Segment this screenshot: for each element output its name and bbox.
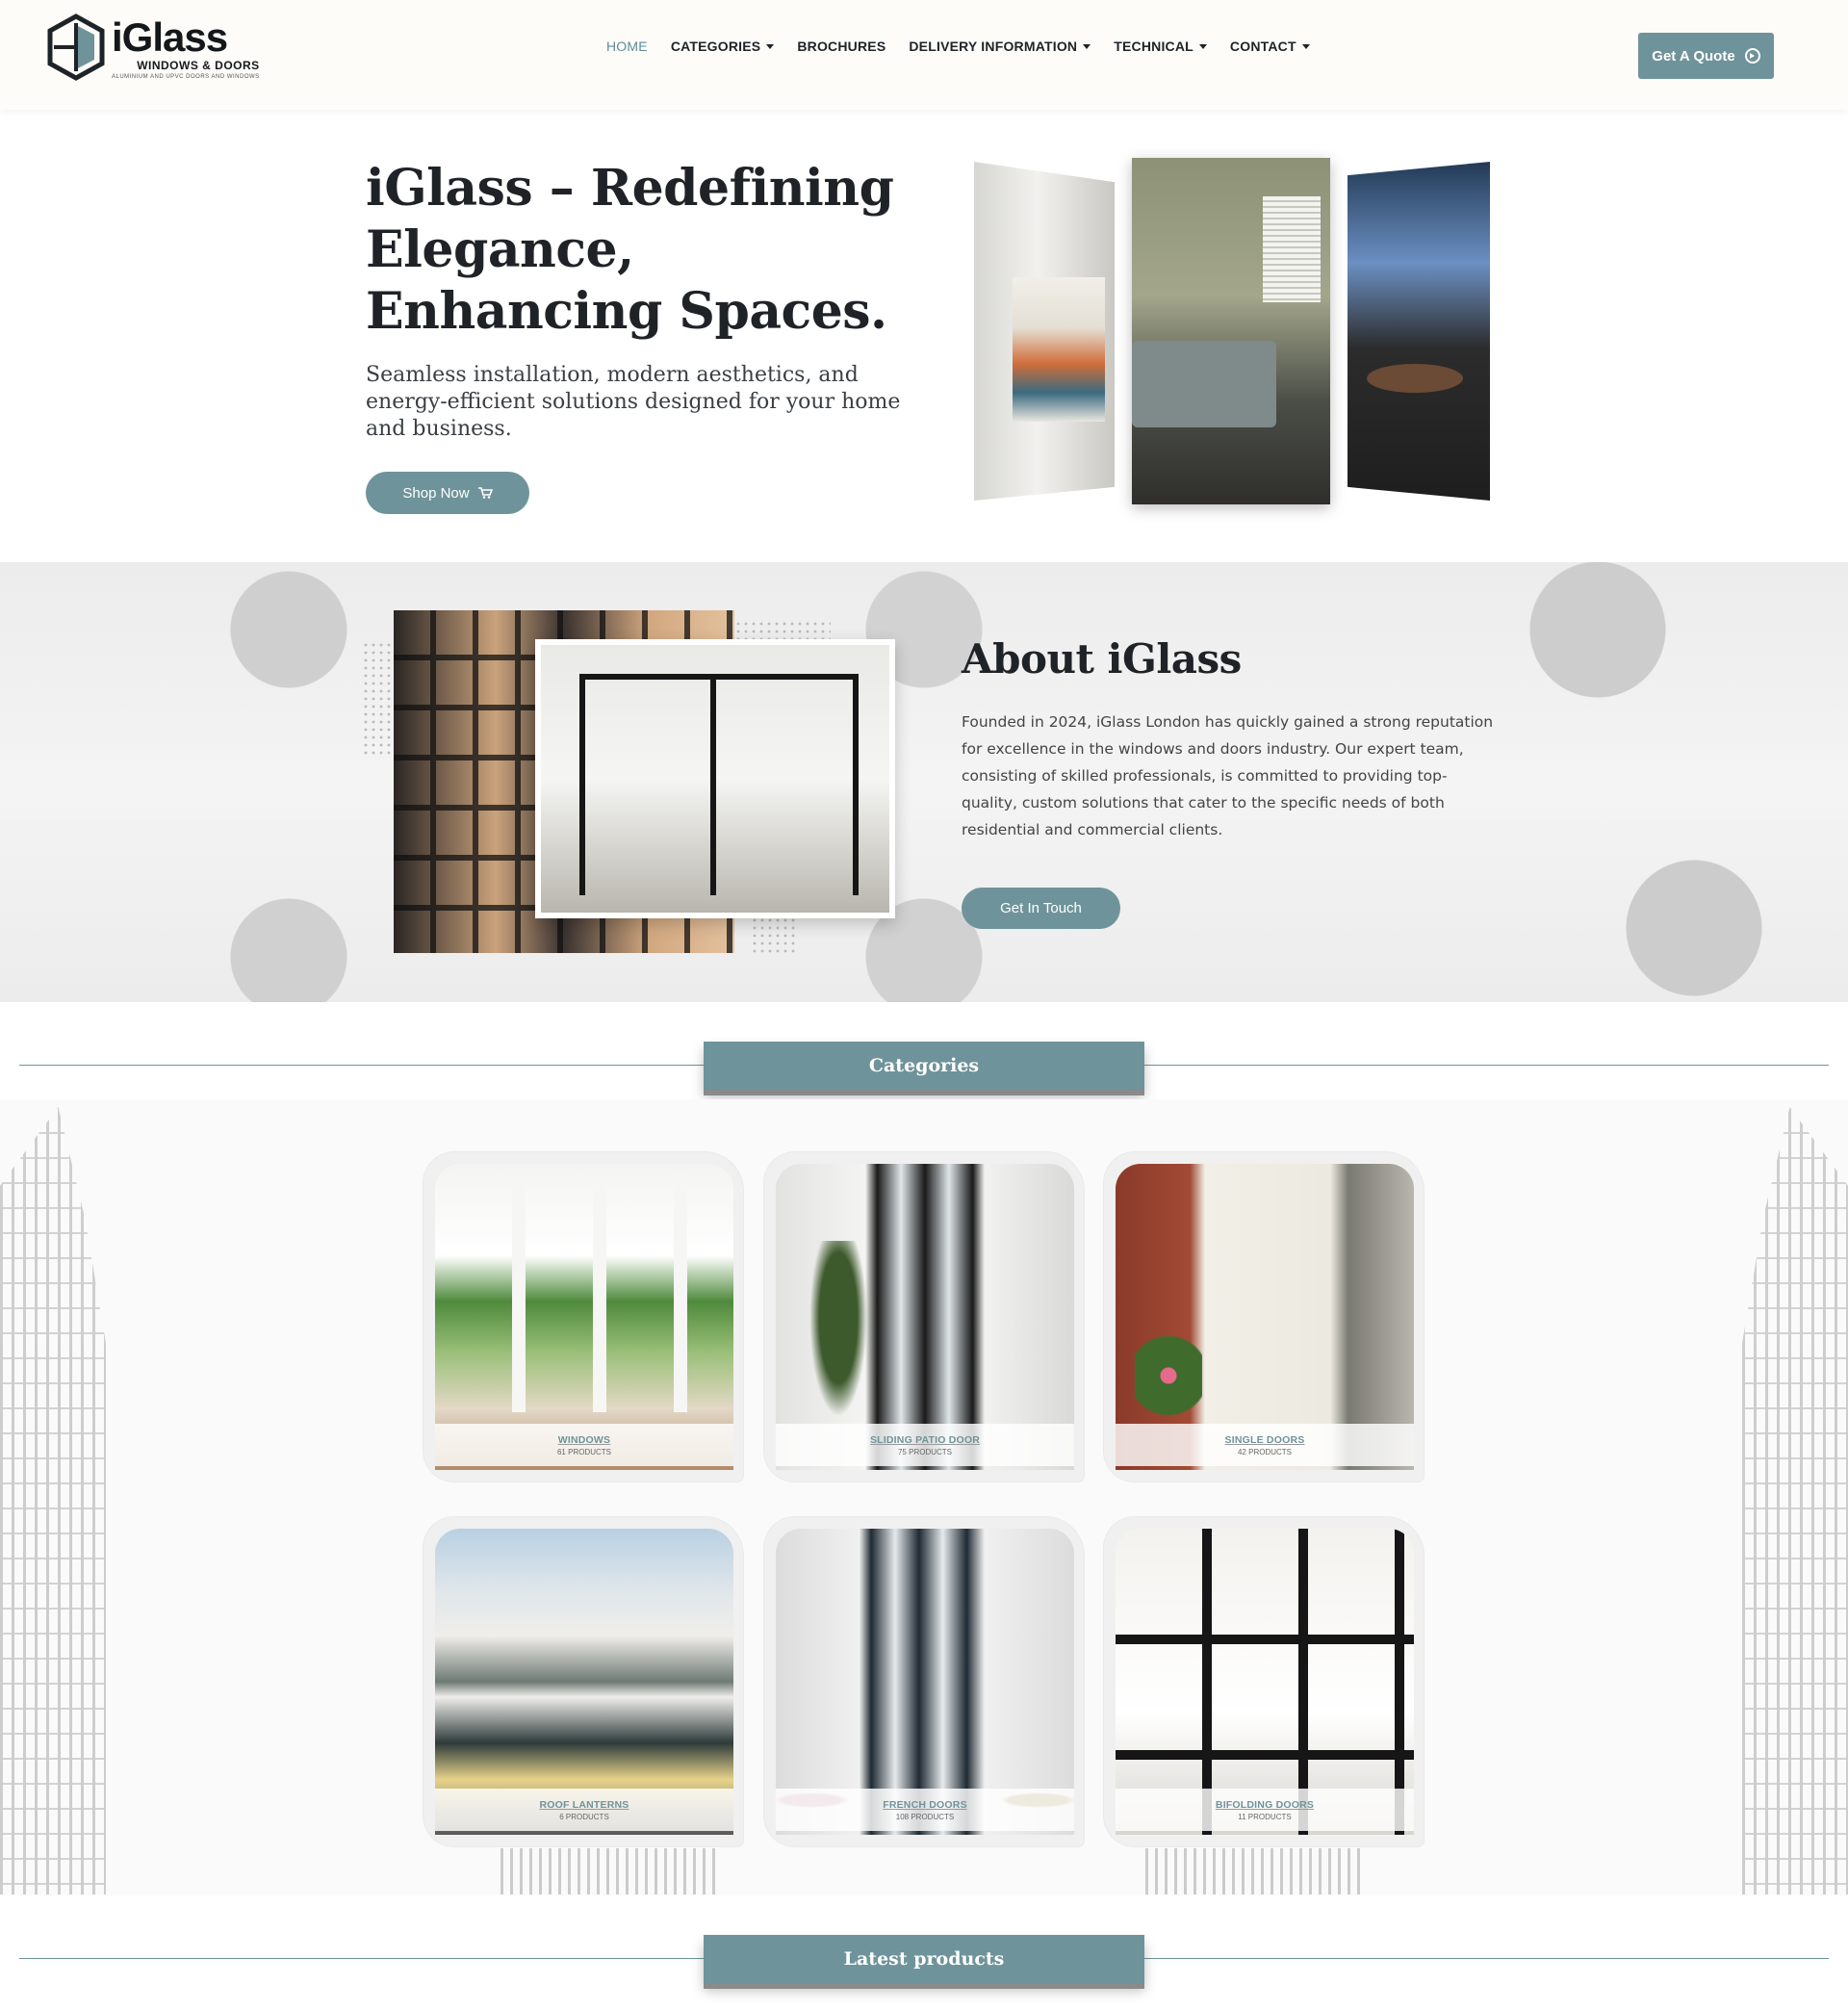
logo-window-icon xyxy=(47,13,105,81)
categories-heading: Categories xyxy=(704,1042,1144,1090)
nav-brochures-label: BROCHURES xyxy=(797,39,886,54)
quote-button-label: Get A Quote xyxy=(1652,47,1735,64)
about-section-background xyxy=(0,562,1848,1002)
nav-technical-label: TECHNICAL xyxy=(1114,39,1194,54)
category-count: 11 PRODUCTS xyxy=(1238,1812,1292,1821)
category-count: 42 PRODUCTS xyxy=(1237,1447,1292,1456)
about-description: Founded in 2024, iGlass London has quick… xyxy=(962,713,1494,838)
category-name[interactable]: FRENCH DOORS xyxy=(883,1799,967,1811)
site-header: iGlass WINDOWS & DOORS ALUMINIUM AND UPV… xyxy=(0,0,1848,110)
decorative-dots xyxy=(362,641,395,757)
shop-now-button[interactable]: Shop Now xyxy=(366,472,529,514)
category-name[interactable]: SLIDING PATIO DOOR xyxy=(870,1434,980,1446)
latest-products-heading: Latest products xyxy=(704,1935,1144,1983)
skyline-illustration xyxy=(500,1848,722,1894)
nav-categories[interactable]: CATEGORIES xyxy=(671,39,775,54)
arrow-circle-right-icon xyxy=(1744,48,1760,64)
decorative-dots xyxy=(734,620,831,641)
get-in-touch-label: Get In Touch xyxy=(1000,900,1082,916)
main-nav: HOME CATEGORIES BROCHURES DELIVERY INFOR… xyxy=(606,39,1310,54)
logo-tagline: ALUMINIUM AND UPVC DOORS AND WINDOWS xyxy=(112,74,260,80)
nav-technical[interactable]: TECHNICAL xyxy=(1114,39,1207,54)
category-count: 108 PRODUCTS xyxy=(895,1812,955,1821)
get-in-touch-button[interactable]: Get In Touch xyxy=(962,888,1120,929)
about-image-glass-room xyxy=(535,639,895,918)
latest-products-heading-label: Latest products xyxy=(843,1948,1005,1970)
skyline-illustration xyxy=(1145,1848,1367,1894)
hero-subtitle: Seamless installation, modern aesthetics… xyxy=(366,363,901,441)
nav-brochures[interactable]: BROCHURES xyxy=(797,39,886,54)
caret-down-icon xyxy=(1083,43,1091,49)
category-name[interactable]: WINDOWS xyxy=(558,1434,610,1446)
category-card-bifolding-doors[interactable]: BIFOLDING DOORS 11 PRODUCTS xyxy=(1104,1517,1424,1846)
category-count: 61 PRODUCTS xyxy=(556,1447,611,1456)
nav-home-label: HOME xyxy=(606,39,648,54)
category-name[interactable]: ROOF LANTERNS xyxy=(539,1799,629,1811)
nav-delivery-label: DELIVERY INFORMATION xyxy=(909,39,1078,54)
category-count: 6 PRODUCTS xyxy=(559,1812,609,1821)
nav-contact[interactable]: CONTACT xyxy=(1230,39,1310,54)
nav-delivery-information[interactable]: DELIVERY INFORMATION xyxy=(909,39,1091,54)
nav-home[interactable]: HOME xyxy=(606,39,648,54)
logo-wordmark: iGlass xyxy=(112,14,228,60)
site-logo[interactable]: iGlass WINDOWS & DOORS ALUMINIUM AND UPV… xyxy=(46,13,268,81)
hero-title: iGlass – Redefining Elegance, Enhancing … xyxy=(366,159,894,341)
category-name[interactable]: BIFOLDING DOORS xyxy=(1216,1799,1314,1811)
decorative-dots xyxy=(751,916,795,955)
caret-down-icon xyxy=(1301,43,1310,49)
shop-now-label: Shop Now xyxy=(402,484,470,502)
hero-image-living-room xyxy=(1132,158,1330,504)
nav-categories-label: CATEGORIES xyxy=(670,39,761,54)
logo-subtitle: WINDOWS & DOORS xyxy=(137,59,260,72)
categories-heading-label: Categories xyxy=(868,1055,980,1076)
category-card-sliding-patio-door[interactable]: SLIDING PATIO DOOR 75 PRODUCTS xyxy=(764,1152,1084,1482)
category-card-french-doors[interactable]: FRENCH DOORS 108 PRODUCTS xyxy=(764,1517,1084,1846)
about-title: About iGlass xyxy=(962,635,1242,683)
category-name[interactable]: SINGLE DOORS xyxy=(1225,1434,1305,1446)
caret-down-icon xyxy=(1198,43,1207,49)
caret-down-icon xyxy=(766,43,775,49)
category-card-windows[interactable]: WINDOWS 61 PRODUCTS xyxy=(424,1152,743,1482)
cart-icon xyxy=(477,487,493,499)
get-a-quote-button[interactable]: Get A Quote xyxy=(1638,33,1774,79)
nav-contact-label: CONTACT xyxy=(1229,39,1296,54)
category-card-roof-lanterns[interactable]: ROOF LANTERNS 6 PRODUCTS xyxy=(424,1517,743,1846)
hero-image-gallery-wall xyxy=(974,162,1115,501)
hero-image-window-lounge xyxy=(1348,162,1490,501)
category-count: 75 PRODUCTS xyxy=(897,1447,952,1456)
category-card-single-doors[interactable]: SINGLE DOORS 42 PRODUCTS xyxy=(1104,1152,1424,1482)
